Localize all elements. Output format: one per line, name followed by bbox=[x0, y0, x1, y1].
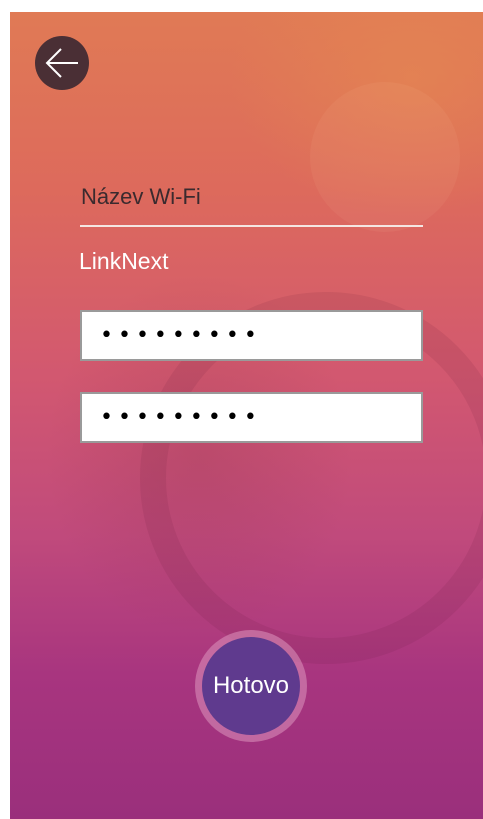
done-button-ring: Hotovo bbox=[195, 630, 307, 742]
wifi-name-underline bbox=[80, 225, 423, 227]
done-button[interactable]: Hotovo bbox=[202, 637, 300, 735]
password-field[interactable] bbox=[80, 310, 423, 361]
password-input[interactable] bbox=[82, 312, 421, 359]
back-button[interactable] bbox=[35, 36, 89, 90]
wifi-name-label: Název Wi-Fi bbox=[81, 184, 201, 209]
password-confirm-field[interactable] bbox=[80, 392, 423, 443]
arrow-left-icon bbox=[45, 48, 78, 78]
wifi-setup-screen: Název Wi-Fi LinkNext Hotovo bbox=[10, 12, 483, 819]
wifi-name-value[interactable]: LinkNext bbox=[79, 248, 168, 275]
password-confirm-input[interactable] bbox=[82, 394, 421, 441]
